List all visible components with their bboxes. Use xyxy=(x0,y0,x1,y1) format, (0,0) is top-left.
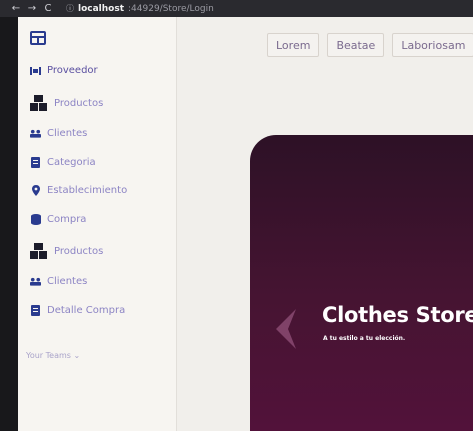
users-icon xyxy=(30,129,41,138)
sidebar-item-categoria[interactable]: Categoria xyxy=(30,157,96,168)
layout-logo-icon[interactable] xyxy=(30,31,46,45)
browser-toolbar: ← → C ⓘ localhost:44929/Store/Login xyxy=(0,0,473,17)
sidebar-item-compra[interactable]: Compra xyxy=(30,214,86,225)
users-icon xyxy=(30,277,41,286)
people-carry-icon xyxy=(30,66,41,76)
boxes-icon xyxy=(30,243,48,259)
sidebar-item-clientes[interactable]: Clientes xyxy=(30,128,87,139)
sidebar: Proveedor Productos Clientes Categoria E… xyxy=(18,17,177,431)
sidebar-item-label: Compra xyxy=(47,214,87,225)
sidebar-item-label: Productos xyxy=(54,245,104,257)
map-pin-icon xyxy=(30,185,41,196)
sidebar-item-label: Clientes xyxy=(47,276,88,287)
sidebar-item-detalle-compra[interactable]: Detalle Compra xyxy=(30,305,125,316)
sidebar-item-proveedor[interactable]: Proveedor xyxy=(30,65,98,76)
tab-beatae[interactable]: Beatae xyxy=(327,33,385,57)
tab-laboriosam[interactable]: Laboriosam xyxy=(392,33,473,57)
sidebar-item-label: Productos xyxy=(54,97,104,109)
sidebar-item-productos[interactable]: Productos xyxy=(30,95,103,111)
address-bar[interactable]: ⓘ localhost:44929/Store/Login xyxy=(66,3,214,14)
back-arrow-icon[interactable]: ← xyxy=(8,3,24,14)
file-list-icon xyxy=(30,305,41,316)
hero-banner: Clothes Store A tu estilo a tu elección. xyxy=(250,135,473,431)
top-tabs: Lorem Beatae Laboriosam xyxy=(267,33,473,57)
info-icon: ⓘ xyxy=(66,4,74,13)
carousel-prev-arrow-icon[interactable] xyxy=(270,307,300,351)
url-host: localhost xyxy=(78,3,125,14)
sidebar-item-label: Clientes xyxy=(47,128,88,139)
tab-lorem[interactable]: Lorem xyxy=(267,33,320,57)
sidebar-item-productos-2[interactable]: Productos xyxy=(30,243,103,259)
hero-title: Clothes Store xyxy=(322,303,473,327)
url-path: :44929/Store/Login xyxy=(128,3,214,14)
sidebar-item-label: Categoria xyxy=(47,157,96,168)
main-content: Lorem Beatae Laboriosam Clothes Store A … xyxy=(177,17,473,431)
boxes-icon xyxy=(30,95,48,111)
hero-subtitle: A tu estilo a tu elección. xyxy=(323,335,406,342)
reload-icon[interactable]: C xyxy=(40,3,56,14)
your-teams-toggle[interactable]: Your Teams ⌄ xyxy=(26,351,80,360)
window-edge xyxy=(0,17,18,431)
sidebar-item-label: Proveedor xyxy=(47,65,98,76)
sidebar-item-clientes-2[interactable]: Clientes xyxy=(30,276,87,287)
forward-arrow-icon[interactable]: → xyxy=(24,3,40,14)
sidebar-item-label: Establecimiento xyxy=(47,185,128,196)
database-icon xyxy=(30,214,41,225)
sidebar-item-label: Detalle Compra xyxy=(47,305,126,316)
sidebar-item-establecimiento[interactable]: Establecimiento xyxy=(30,185,127,196)
file-list-icon xyxy=(30,157,41,168)
